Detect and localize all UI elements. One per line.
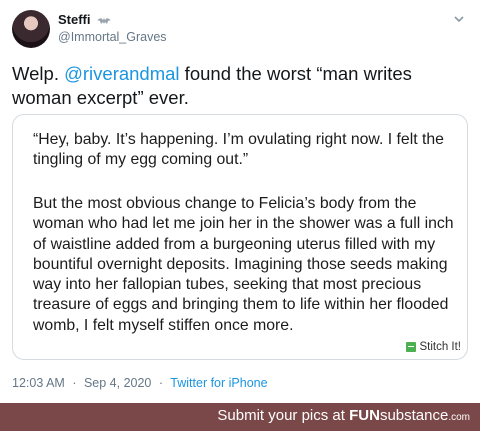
footer-brand-bold[interactable]: FUN (349, 407, 380, 424)
handle[interactable]: @Immortal_Graves (58, 29, 167, 45)
meta-separator: · (72, 376, 77, 390)
tweet-date[interactable]: Sep 4, 2020 (84, 376, 151, 390)
stitch-it-watermark: Stitch It! (406, 341, 461, 353)
author-names: Steffi @Immortal_Graves (58, 12, 167, 45)
excerpt-paragraph-2: But the most obvious change to Felicia’s… (33, 195, 454, 334)
tweet-source[interactable]: Twitter for iPhone (170, 376, 267, 390)
mention-link[interactable]: @riverandmal (64, 63, 179, 84)
avatar[interactable] (12, 10, 50, 48)
quoted-excerpt-card[interactable]: “Hey, baby. It’s happening. I’m ovulatin… (12, 114, 468, 360)
meta-separator-2: · (158, 376, 164, 390)
tweet-text: Welp. @riverandmal found the worst “man … (12, 62, 472, 110)
stitch-icon (406, 342, 417, 352)
site-footer-banner: Submit your pics at FUNsubstance.com (0, 403, 480, 431)
display-name[interactable]: Steffi (58, 12, 167, 28)
footer-brand-rest[interactable]: substance (380, 407, 448, 424)
tweet-header: Steffi @Immortal_Graves (12, 10, 468, 50)
tweet-time[interactable]: 12:03 AM (12, 376, 65, 390)
chevron-down-icon[interactable] (452, 12, 466, 26)
footer-prefix: Submit your pics at (217, 407, 350, 424)
bat-icon (97, 17, 112, 24)
tweet-meta: 12:03 AM · Sep 4, 2020 · Twitter for iPh… (12, 376, 268, 390)
footer-domain[interactable]: .com (448, 412, 470, 423)
display-name-text[interactable]: Steffi (58, 12, 91, 27)
stitch-label: Stitch It! (419, 341, 461, 353)
footer-text: Submit your pics at FUNsubstance.com (217, 407, 470, 424)
tweet-text-start: Welp. (12, 63, 65, 84)
excerpt-paragraph-1: “Hey, baby. It’s happening. I’m ovulatin… (33, 131, 444, 169)
